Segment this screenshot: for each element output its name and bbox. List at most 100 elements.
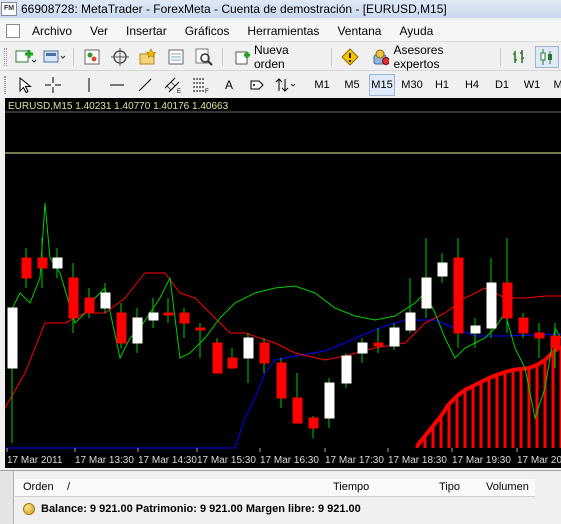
bear-candle xyxy=(373,342,384,347)
bull-candle xyxy=(486,282,497,329)
menu-insertar[interactable]: Insertar xyxy=(117,20,176,42)
star-folder-icon xyxy=(139,47,156,64)
channel-icon: E xyxy=(164,77,181,94)
balance-row[interactable]: Balance: 9 921.00 Patrimonio: 9 921.00 M… xyxy=(15,500,361,518)
navigator-button[interactable] xyxy=(108,46,132,68)
alert-button[interactable] xyxy=(338,46,362,68)
timeframe-m1[interactable]: M1 xyxy=(309,74,335,96)
standard-toolbar: Nueva orden Asesores expertos xyxy=(0,43,561,71)
arrows-button[interactable] xyxy=(273,74,297,96)
toolbar-grip[interactable] xyxy=(4,76,6,94)
fibonacci-button[interactable]: F xyxy=(189,74,213,96)
bear-candle xyxy=(21,257,32,279)
terminal-icon xyxy=(168,49,184,64)
profiles-button[interactable] xyxy=(42,46,67,68)
vertical-line-button[interactable] xyxy=(77,74,101,96)
column-tiempo[interactable]: Tiempo xyxy=(333,481,369,493)
tester-button[interactable] xyxy=(192,46,216,68)
time-axis-label: 17 Mar 14:30 xyxy=(138,455,197,466)
bull-candle xyxy=(470,325,481,334)
bull-candle xyxy=(437,262,448,277)
toolbar-separator xyxy=(500,47,501,66)
new-order-icon xyxy=(235,51,250,64)
candlestick-chart-button[interactable] xyxy=(535,45,559,68)
time-axis-label: 17 Mar 2011 xyxy=(7,455,63,466)
text-label-button[interactable] xyxy=(245,74,269,96)
document-icon[interactable] xyxy=(6,23,20,38)
market-watch-icon xyxy=(84,49,100,64)
column-orden[interactable]: Orden xyxy=(23,481,54,493)
timeframe-h4[interactable]: H4 xyxy=(459,74,485,96)
bear-candle xyxy=(227,357,238,369)
menu-ayuda[interactable]: Ayuda xyxy=(390,20,442,42)
bear-candle xyxy=(212,342,223,374)
arrows-icon xyxy=(275,78,296,92)
bear-candle xyxy=(179,312,190,324)
bear-candle xyxy=(502,282,513,319)
magnifier-icon xyxy=(195,48,213,66)
time-axis-label: 17 Mar 18:30 xyxy=(388,455,447,466)
bear-candle xyxy=(37,257,48,269)
bear-candle xyxy=(308,417,319,429)
time-axis-label: 17 Mar 17:30 xyxy=(325,455,384,466)
bear-candle xyxy=(276,362,287,399)
text-tool-button[interactable]: A xyxy=(217,74,241,96)
chart-canvas: 17 Mar 2011 17 Mar 13:30 17 Mar 14:30 17 Ma… xyxy=(5,111,561,466)
menu-ver[interactable]: Ver xyxy=(81,20,117,42)
bull-candle xyxy=(405,312,416,331)
profiles-icon xyxy=(43,50,66,62)
cursor-arrow-icon xyxy=(19,77,32,93)
bear-candle xyxy=(534,332,545,339)
label-tag-icon xyxy=(250,80,264,90)
new-chart-button[interactable] xyxy=(14,46,38,68)
bull-candle xyxy=(243,337,254,359)
line-studies-toolbar: E F A M1 M5 M15 M30 H1 H4 D1 W1 MN xyxy=(0,72,561,98)
bull-candle xyxy=(148,312,159,321)
timeframe-m30[interactable]: M30 xyxy=(399,74,425,96)
bear-candle xyxy=(116,312,127,344)
horizontal-line-icon xyxy=(110,84,124,86)
timeframe-mn[interactable]: MN xyxy=(549,74,561,96)
window-title: 66908728: MetaTrader - ForexMeta - Cuent… xyxy=(21,2,447,16)
price-chart[interactable]: 17 Mar 2011 17 Mar 13:30 17 Mar 14:30 17 Ma… xyxy=(5,98,561,468)
cursor-button[interactable] xyxy=(13,74,37,96)
balance-text: Balance: 9 921.00 Patrimonio: 9 921.00 M… xyxy=(41,503,361,515)
timeframe-h1[interactable]: H1 xyxy=(429,74,455,96)
candlestick-icon xyxy=(540,48,552,65)
terminal-button[interactable] xyxy=(164,46,188,68)
terminal-panel: Orden / Tiempo Tipo Volumen Balance: 9 9… xyxy=(0,470,561,524)
menu-herramientas[interactable]: Herramientas xyxy=(238,20,328,42)
expert-advisors-button[interactable]: Asesores expertos xyxy=(366,43,494,71)
market-watch-button[interactable] xyxy=(80,46,104,68)
bar-chart-button[interactable] xyxy=(507,46,531,68)
title-bar: FM 66908728: MetaTrader - ForexMeta - Cu… xyxy=(0,0,561,18)
horizontal-line-button[interactable] xyxy=(105,74,129,96)
timeframe-m5[interactable]: M5 xyxy=(339,74,365,96)
trendline-button[interactable] xyxy=(133,74,157,96)
bull-candle xyxy=(132,317,143,344)
favorites-button[interactable] xyxy=(136,46,160,68)
equidistant-channel-button[interactable]: E xyxy=(161,74,185,96)
vertical-line-icon xyxy=(88,78,90,92)
menu-archivo[interactable]: Archivo xyxy=(23,20,81,42)
timeframe-w1[interactable]: W1 xyxy=(519,74,545,96)
toolbar-grip[interactable] xyxy=(4,47,7,66)
warning-icon xyxy=(341,47,360,66)
menu-graficos[interactable]: Gráficos xyxy=(176,20,239,42)
column-volumen[interactable]: Volumen xyxy=(486,481,529,493)
menu-ventana[interactable]: Ventana xyxy=(328,20,390,42)
new-chart-icon xyxy=(15,49,37,63)
timeframe-d1[interactable]: D1 xyxy=(489,74,515,96)
terminal-side-handle[interactable] xyxy=(0,471,14,524)
timeframe-m15[interactable]: M15 xyxy=(369,74,395,96)
bear-candle xyxy=(550,335,561,349)
new-order-button[interactable]: Nueva orden xyxy=(229,43,326,71)
crosshair-button[interactable] xyxy=(41,74,65,96)
fibonacci-icon: F xyxy=(193,78,209,94)
bull-candle xyxy=(7,307,18,369)
column-tipo[interactable]: Tipo xyxy=(439,481,460,493)
sort-indicator: / xyxy=(67,481,71,493)
toolbar-separator xyxy=(221,47,223,66)
bear-candle xyxy=(163,312,174,316)
chart-symbol-ohlc: EURUSD,M15 1.40231 1.40770 1.40176 1.406… xyxy=(8,101,229,112)
